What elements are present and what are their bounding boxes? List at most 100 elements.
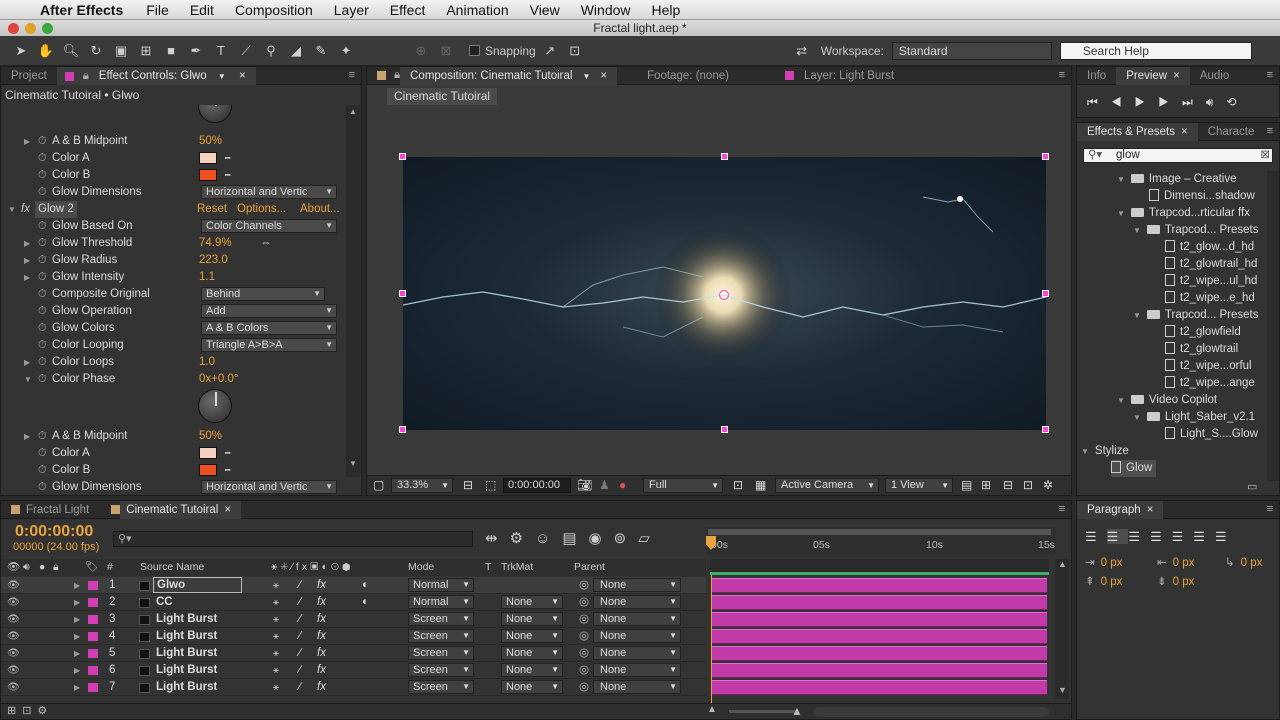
tree-file[interactable]: t2_glowtrail (1165, 341, 1238, 358)
layer-duration-bar[interactable] (712, 578, 1047, 593)
indent-left-field[interactable]: ⇥ 0 px (1085, 555, 1122, 569)
always-preview-icon[interactable]: ▢ (373, 478, 384, 492)
menu-edit[interactable]: Edit (190, 2, 214, 18)
expand-icon[interactable]: ▶ (24, 354, 30, 371)
stopwatch-icon[interactable]: ⏱ (38, 445, 47, 462)
transform-handle[interactable] (399, 153, 406, 160)
app-menu[interactable]: After Effects (40, 2, 123, 18)
tree-file[interactable]: t2_wipe...orful (1165, 358, 1252, 375)
color-a-swatch[interactable] (199, 447, 217, 459)
close-icon[interactable]: × (224, 504, 231, 516)
magnification-select[interactable]: 33.3% ▼ (391, 478, 453, 493)
reset-link[interactable]: Reset (197, 201, 227, 218)
eyedropper-icon[interactable]: ━ (225, 465, 241, 476)
clone-stamp-tool-icon[interactable]: ⚲ (260, 41, 282, 61)
color-b-swatch[interactable] (199, 464, 217, 476)
world-axis-icon[interactable]: ⊠ (435, 41, 457, 61)
tab-project[interactable]: Project (1, 67, 57, 85)
rotate-tool-icon[interactable]: ↻ (85, 41, 107, 61)
prop-value[interactable]: 223.0 (199, 252, 228, 269)
prev-frame-icon[interactable]: ◀ (1111, 95, 1135, 109)
stopwatch-icon[interactable]: ⏱ (38, 337, 47, 354)
tree-file[interactable]: t2_glowtrail_hd (1165, 256, 1257, 273)
last-frame-icon[interactable]: ⏭ (1182, 95, 1206, 109)
comp-mini-flowchart-icon[interactable]: ⇹ (485, 530, 510, 547)
tree-file[interactable]: t2_wipe...e_hd (1165, 290, 1255, 307)
panel-menu-icon[interactable]: ≡ (1267, 503, 1273, 515)
transform-handle[interactable] (721, 153, 728, 160)
camera-tool-icon[interactable]: ▣ (110, 41, 132, 61)
zoom-slider[interactable] (729, 710, 797, 713)
channels-icon[interactable]: ● (619, 478, 626, 492)
work-area-bar[interactable] (708, 529, 1051, 535)
stopwatch-icon[interactable]: ⏱ (38, 286, 47, 303)
transparency-grid-icon[interactable]: ▦ (755, 478, 766, 492)
layer-duration-bar[interactable] (712, 680, 1047, 695)
minimize-window-button[interactable] (25, 23, 36, 34)
collapse-icon[interactable]: ▼ (1117, 209, 1125, 218)
tree-folder[interactable]: ▼ Image – Creative (1117, 171, 1237, 188)
stopwatch-icon[interactable]: ⏱ (38, 320, 47, 337)
tree-file[interactable]: t2_glowfield (1165, 324, 1241, 341)
expand-icon[interactable]: ▶ (24, 428, 30, 445)
lock-icon[interactable]: 🔒︎ (83, 67, 89, 85)
transform-handle[interactable] (1042, 426, 1049, 433)
collapse-icon[interactable]: ▼ (1133, 226, 1141, 235)
toggle-pixel-aspect-icon[interactable]: ▤ (961, 478, 972, 492)
search-help-input[interactable]: Search Help (1059, 41, 1252, 60)
scroll-up-icon[interactable]: ▲ (1058, 559, 1067, 569)
justify-center-icon[interactable]: ☰ (1172, 529, 1194, 544)
chevron-down-icon[interactable]: ▼ (582, 72, 590, 81)
tree-file[interactable]: t2_glow...d_hd (1165, 239, 1254, 256)
horizontal-scrollbar[interactable] (813, 707, 1049, 717)
shy-icon[interactable]: ☺ (535, 530, 562, 547)
color-a-swatch[interactable] (199, 152, 217, 164)
mode-header[interactable]: Mode (408, 559, 434, 576)
eyedropper-icon[interactable]: ━ (225, 448, 241, 459)
layer-duration-bar[interactable] (712, 612, 1047, 627)
roto-brush-tool-icon[interactable]: ✎ (310, 41, 332, 61)
collapse-icon[interactable]: ▼ (1133, 413, 1141, 422)
show-snapshot-icon[interactable]: ♟ (599, 478, 610, 492)
time-ruler[interactable]: 00s 05s 10s 15s (706, 527, 1056, 555)
timeline-timecode[interactable]: 0:00:00:00 (15, 523, 93, 541)
effects-search-input[interactable]: ⚲▾ glow ⊠ (1083, 148, 1273, 163)
stopwatch-icon[interactable]: ⏱ (38, 303, 47, 320)
collapse-icon[interactable]: ▼ (1117, 396, 1125, 405)
transform-handle[interactable] (721, 426, 728, 433)
camera-select[interactable]: Active Camera ▼ (775, 478, 879, 493)
close-icon[interactable]: × (1181, 126, 1188, 138)
expand-icon[interactable]: ▶ (24, 235, 30, 252)
anchor-point-icon[interactable] (719, 290, 729, 300)
snap-feather-icon[interactable]: ↗ (539, 41, 561, 61)
tab-info[interactable]: Info (1077, 67, 1116, 85)
collapse-icon[interactable]: ▼ (1117, 175, 1125, 184)
glow-colors-select[interactable]: A & B Colors (201, 321, 337, 335)
align-right-icon[interactable]: ☰ (1128, 529, 1150, 544)
parent-header[interactable]: Parent (574, 559, 605, 576)
layer-duration-bar[interactable] (712, 646, 1047, 661)
prop-value[interactable]: 1.1 (199, 269, 215, 286)
timeline-icon[interactable]: ⊟ (1003, 478, 1013, 492)
hand-tool-icon[interactable]: ✋ (35, 41, 57, 61)
puppet-tool-icon[interactable]: ✦ (335, 41, 357, 61)
tree-folder[interactable]: ▼ Video Copilot (1117, 392, 1217, 409)
tab-paragraph[interactable]: Paragraph × (1077, 500, 1164, 519)
prop-value[interactable]: 1.0 (199, 354, 215, 371)
tab-layer[interactable]: Layer: Light Burst (794, 67, 904, 85)
collapse-icon[interactable]: ▼ (8, 201, 16, 218)
stopwatch-icon[interactable]: ⏱ (38, 462, 47, 479)
fit-icon[interactable]: ⊟ (463, 478, 473, 492)
tab-audio[interactable]: Audio (1190, 67, 1239, 85)
motion-blur-icon[interactable]: ◉ (589, 530, 614, 547)
exposure-icon[interactable]: ✲ (1043, 478, 1053, 492)
prop-value[interactable]: 50% (199, 428, 222, 445)
transform-handle[interactable] (1042, 153, 1049, 160)
justify-all-icon[interactable]: ☰ (1215, 529, 1237, 544)
first-frame-icon[interactable]: ⏮ (1087, 95, 1111, 109)
scroll-up-icon[interactable]: ▲ (349, 107, 357, 116)
collapse-icon[interactable]: ▼ (1081, 447, 1089, 456)
tree-folder[interactable]: ▼ Trapcod... Presets (1133, 222, 1258, 239)
stopwatch-icon[interactable]: ⏱ (38, 150, 47, 167)
timeline-scrollbar[interactable]: ▲ ▼ (1055, 559, 1069, 699)
